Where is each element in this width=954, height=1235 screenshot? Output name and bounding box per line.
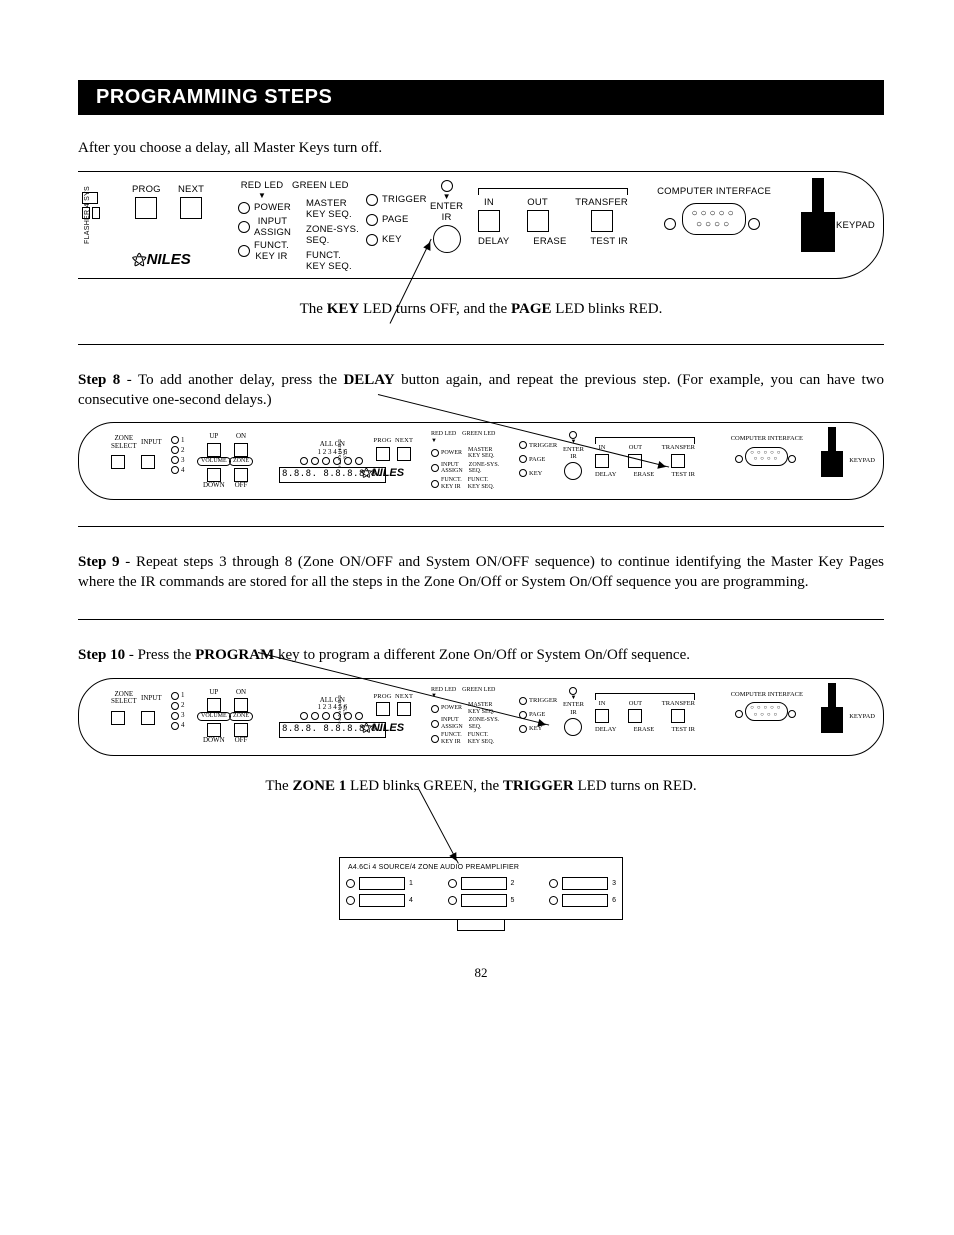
serial-port-sm[interactable]: ○○○○○○○○○	[745, 447, 788, 466]
separator-2	[78, 526, 884, 527]
off-button[interactable]	[234, 468, 248, 482]
out-button-sm[interactable]	[628, 454, 642, 468]
red-led-label: RED LED	[238, 180, 286, 191]
prog-button-3[interactable]	[376, 702, 390, 716]
funct-key-seq-label: FUNCT. KEY SEQ.	[306, 250, 359, 272]
key-led	[366, 234, 378, 246]
step-10-text: Step 10 - Press the PROGRAM key to progr…	[78, 646, 884, 666]
device-panel-full-2: ZONE SELECT INPUT 1 2 3 4 UP VOLUME DOWN…	[78, 422, 884, 500]
transfer-button-3[interactable]	[671, 709, 685, 723]
caption-1: The KEY LED turns OFF, and the PAGE LED …	[78, 301, 884, 318]
section-header: PROGRAMMING STEPS	[78, 80, 884, 115]
caption-2: The ZONE 1 LED blinks GREEN, the TRIGGER…	[78, 778, 884, 795]
zone-select-button[interactable]	[111, 455, 125, 469]
serial-port-3[interactable]: ○○○○○○○○○	[745, 702, 788, 721]
input-button-3[interactable]	[141, 711, 155, 725]
zone-sys-seq-label: ZONE-SYS. SEQ.	[306, 224, 359, 246]
green-led-label: GREEN LED	[292, 180, 352, 191]
off-button-3[interactable]	[234, 723, 248, 737]
transfer-button[interactable]	[591, 210, 613, 232]
zone-select-button-3[interactable]	[111, 711, 125, 725]
device-panel-full-3: ZONE SELECT INPUT 1 2 3 4 UP VOLUME DOWN…	[78, 678, 884, 756]
enter-ir-button[interactable]	[433, 225, 461, 253]
in-button[interactable]	[478, 210, 500, 232]
testir-label: TEST IR	[590, 236, 628, 247]
in-label: IN	[478, 197, 500, 208]
interface-led-left	[664, 218, 676, 230]
down-button[interactable]	[207, 468, 221, 482]
step-9-text: Step 9 - Repeat steps 3 through 8 (Zone …	[78, 553, 884, 593]
next-label: NEXT	[178, 184, 204, 195]
keypad-jack-sm[interactable]	[821, 451, 843, 477]
erase-label: ERASE	[533, 236, 566, 247]
enter-ir-label: ENTER IR	[430, 201, 463, 223]
intro-text: After you choose a delay, all Master Key…	[78, 139, 884, 159]
on-button[interactable]	[234, 443, 248, 457]
step-8-text: Step 8 - To add another delay, press the…	[78, 371, 884, 411]
trigger-led	[366, 194, 378, 206]
enter-ir-led	[441, 180, 453, 192]
trigger-label: TRIGGER	[382, 194, 427, 205]
zone-label: ZONE	[229, 457, 253, 466]
master-key-seq-label: MASTER KEY SEQ.	[306, 198, 359, 220]
up-button[interactable]	[207, 443, 221, 457]
separator-1	[78, 344, 884, 345]
transfer-label: TRANSFER	[575, 197, 628, 208]
volume-label: VOLUME	[197, 457, 231, 466]
next-button[interactable]	[180, 197, 202, 219]
front-unit: A4.6Ci 4 SOURCE/4 ZONE AUDIO PREAMPLIFIE…	[339, 857, 623, 920]
on-button-3[interactable]	[234, 698, 248, 712]
delay-label: DELAY	[478, 236, 509, 247]
next-button-sm[interactable]	[397, 447, 411, 461]
out-button[interactable]	[527, 210, 549, 232]
up-button-3[interactable]	[207, 698, 221, 712]
computer-interface-label: COMPUTER INTERFACE	[657, 186, 771, 197]
transfer-button-sm[interactable]	[671, 454, 685, 468]
front-unit-foot	[457, 920, 505, 931]
input-label: INPUT	[141, 439, 162, 447]
input-assign-label: INPUT ASSIGN	[254, 216, 291, 238]
in-button-3[interactable]	[595, 709, 609, 723]
callout-arrow-4	[418, 787, 459, 863]
funct-key-ir-label: FUNCT. KEY IR	[254, 240, 289, 262]
separator-3	[78, 619, 884, 620]
next-button-3[interactable]	[397, 702, 411, 716]
input-button[interactable]	[141, 455, 155, 469]
page-label: PAGE	[382, 214, 409, 225]
keypad-jack-3[interactable]	[821, 707, 843, 733]
page-number: 82	[78, 965, 884, 981]
key-label: KEY	[382, 234, 402, 245]
keypad-jack[interactable]	[801, 212, 835, 252]
prog-button[interactable]	[135, 197, 157, 219]
niles-logo: ⚝NILES	[132, 251, 191, 268]
enter-ir-button-sm[interactable]	[564, 462, 582, 480]
page-led	[366, 214, 378, 226]
input-assign-led	[238, 221, 250, 233]
prog-button-sm[interactable]	[376, 447, 390, 461]
out-button-3[interactable]	[628, 709, 642, 723]
in-button-sm[interactable]	[595, 454, 609, 468]
front-unit-title: A4.6Ci 4 SOURCE/4 ZONE AUDIO PREAMPLIFIE…	[348, 864, 616, 871]
zone-select-label: ZONE SELECT	[111, 435, 137, 450]
funct-key-ir-led	[238, 245, 250, 257]
power-label: POWER	[254, 202, 291, 213]
niles-logo-sm: ⚝NILES	[361, 467, 404, 479]
keypad-label: KEYPAD	[836, 220, 875, 231]
prog-label: PROG	[132, 184, 161, 195]
device-panel-zoomed: FLASHER 4 SYS PROG NEXT ⚝NILES	[78, 171, 884, 279]
out-label: OUT	[527, 197, 549, 208]
power-led	[238, 202, 250, 214]
serial-port[interactable]: ○○○○○○○○○	[682, 203, 745, 235]
down-button-3[interactable]	[207, 723, 221, 737]
enter-ir-button-3[interactable]	[564, 718, 582, 736]
interface-led-right	[748, 218, 760, 230]
